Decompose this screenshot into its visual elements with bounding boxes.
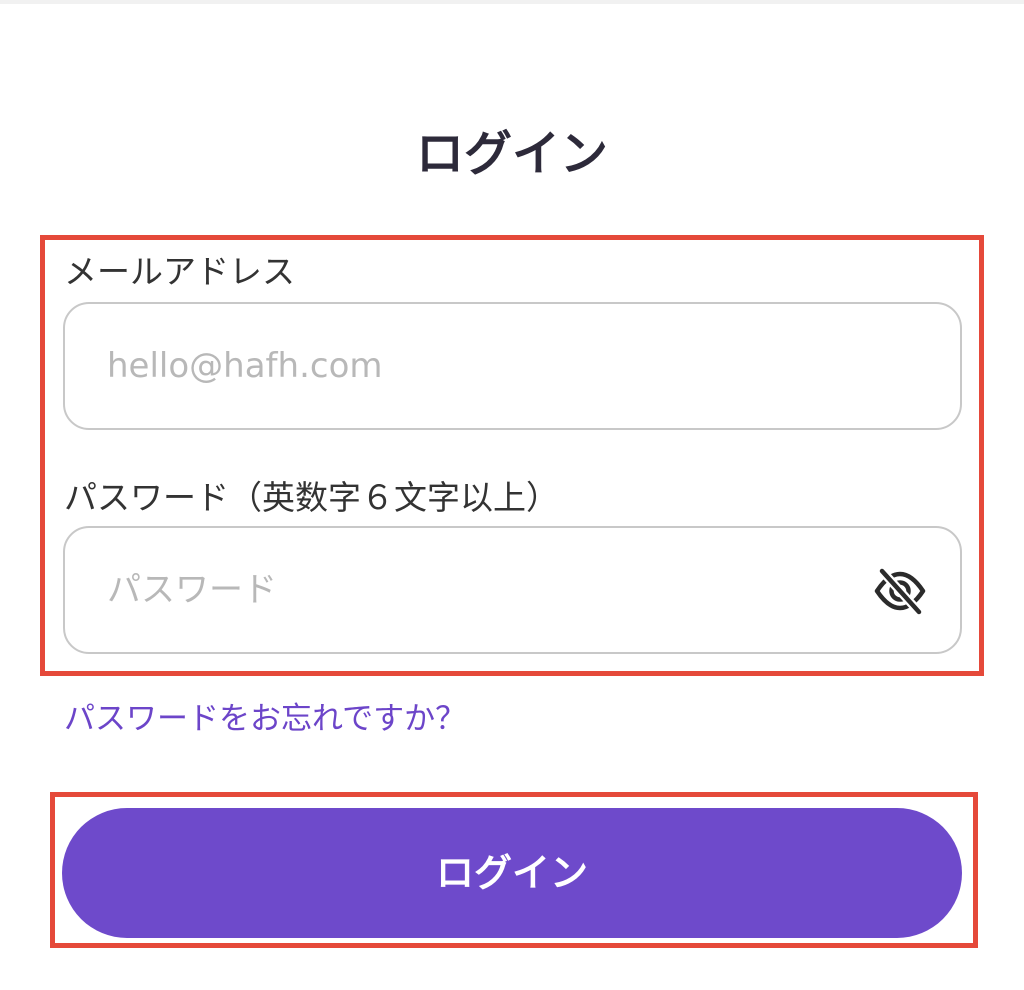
email-label: メールアドレス [64, 252, 295, 291]
forgot-password-link[interactable]: パスワードをお忘れですか？ [64, 697, 466, 741]
email-input[interactable] [107, 304, 867, 428]
login-button[interactable]: ログイン [62, 808, 962, 938]
password-input[interactable] [107, 528, 867, 652]
password-visibility-toggle[interactable] [872, 564, 928, 618]
top-divider [0, 0, 1024, 4]
email-field-container [63, 302, 962, 430]
password-label: パスワード（英数字６文字以上） [64, 478, 559, 517]
eye-slash-icon [874, 567, 926, 615]
page-title: ログイン [415, 126, 608, 182]
password-field-container [63, 526, 962, 654]
